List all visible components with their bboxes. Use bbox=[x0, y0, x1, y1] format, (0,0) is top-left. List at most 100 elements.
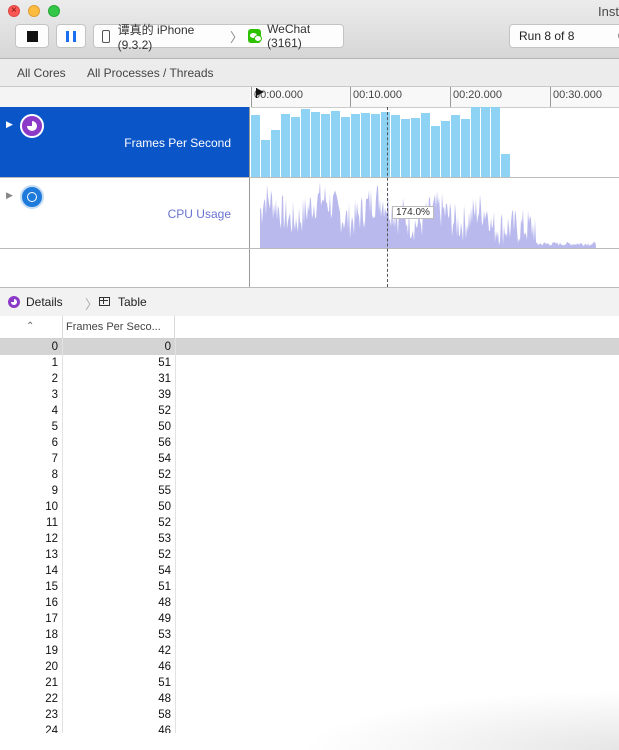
fps-bar bbox=[251, 115, 260, 177]
row-fps-value: 50 bbox=[158, 421, 171, 433]
table-row[interactable]: 6 56 bbox=[0, 435, 619, 451]
target-device-selector[interactable]: 谭真的 iPhone (9.3.2) 〉 WeChat (3161) bbox=[93, 22, 344, 52]
disclosure-triangle-icon[interactable]: ▶ bbox=[6, 119, 13, 130]
fps-bar bbox=[361, 113, 370, 177]
table-row[interactable]: 23 58 bbox=[0, 707, 619, 723]
row-index: 1 bbox=[51, 357, 58, 369]
table-row[interactable]: 4 52 bbox=[0, 403, 619, 419]
fps-bar bbox=[501, 154, 510, 177]
stop-icon bbox=[27, 31, 38, 42]
close-window-button[interactable]: × bbox=[8, 5, 20, 17]
track-header-cpu[interactable]: ▶ CPU Usage bbox=[0, 178, 250, 248]
playhead-flag-icon[interactable] bbox=[256, 88, 264, 98]
time-ruler[interactable]: 00:00.000 00:10.000 00:20.000 00:30.000 bbox=[251, 87, 619, 108]
row-index: 24 bbox=[45, 725, 58, 733]
table-row[interactable]: 12 53 bbox=[0, 531, 619, 547]
tick-label: 00:10.000 bbox=[353, 89, 402, 101]
track-cpu[interactable]: ▶ CPU Usage bbox=[0, 178, 619, 249]
row-index: 11 bbox=[46, 517, 58, 529]
table-row[interactable]: 9 55 bbox=[0, 483, 619, 499]
wechat-app-icon bbox=[247, 29, 263, 43]
table-row[interactable]: 24 46 bbox=[0, 723, 619, 733]
table-row[interactable]: 5 50 bbox=[0, 419, 619, 435]
run-selector[interactable]: Run 8 of 8 0 bbox=[509, 24, 619, 48]
row-fps-value: 58 bbox=[158, 709, 171, 721]
table-row[interactable]: 22 48 bbox=[0, 691, 619, 707]
track-fps[interactable]: ▶ Frames Per Second bbox=[0, 107, 619, 178]
fps-bar bbox=[351, 114, 360, 177]
fps-bar bbox=[431, 126, 440, 177]
table-row[interactable]: 1 51 bbox=[0, 355, 619, 371]
fps-bar bbox=[411, 118, 420, 177]
core-animation-instrument-icon bbox=[20, 114, 44, 138]
table-breadcrumb[interactable]: Table bbox=[118, 295, 147, 309]
fps-bar bbox=[391, 115, 400, 177]
core-animation-instrument-icon bbox=[8, 296, 20, 308]
timeline: 00:00.000 00:10.000 00:20.000 00:30.000 … bbox=[0, 87, 619, 287]
row-index: 9 bbox=[51, 485, 58, 497]
row-fps-value: 51 bbox=[158, 677, 171, 689]
table-row[interactable]: 14 54 bbox=[0, 563, 619, 579]
inspection-cursor[interactable] bbox=[387, 107, 388, 287]
all-processes-button[interactable]: All Processes / Threads bbox=[87, 66, 214, 80]
row-index: 21 bbox=[45, 677, 58, 689]
row-index: 6 bbox=[51, 437, 58, 449]
table-header: ⌃ Frames Per Seco... bbox=[0, 316, 619, 339]
table-row[interactable]: 17 49 bbox=[0, 611, 619, 627]
table-rows: 0 0 1 51 2 31 3 39 4 52 5 50 6 56 7 54 8 52 9 55 10 50 11 52 12 5… bbox=[0, 339, 619, 733]
row-fps-value: 56 bbox=[158, 437, 171, 449]
fps-bar bbox=[481, 107, 490, 177]
path-separator-icon: 〉 bbox=[229, 29, 243, 45]
row-index: 7 bbox=[51, 453, 58, 465]
table-row[interactable]: 00 bbox=[0, 339, 619, 355]
table-row[interactable]: 3 39 bbox=[0, 387, 619, 403]
row-index: 3 bbox=[51, 389, 58, 401]
row-index: 13 bbox=[45, 549, 58, 561]
table-row[interactable]: 20 46 bbox=[0, 659, 619, 675]
table-row[interactable]: 16 48 bbox=[0, 595, 619, 611]
zoom-window-button[interactable] bbox=[48, 5, 60, 17]
stop-recording-button[interactable] bbox=[15, 24, 49, 48]
table-row[interactable]: 21 51 bbox=[0, 675, 619, 691]
row-fps-value: 50 bbox=[158, 501, 171, 513]
table-row[interactable]: 15 51 bbox=[0, 579, 619, 595]
detail-navigation-bar: Details 〉 Table bbox=[0, 287, 619, 317]
details-breadcrumb[interactable]: Details bbox=[26, 295, 63, 309]
table-row[interactable]: 10 50 bbox=[0, 499, 619, 515]
row-fps-value: 39 bbox=[158, 389, 171, 401]
cpu-usage-graph[interactable] bbox=[251, 178, 619, 248]
tick-label: 00:20.000 bbox=[453, 89, 502, 101]
tick-label: 00:30.000 bbox=[553, 89, 602, 101]
row-index: 2 bbox=[51, 373, 58, 385]
table-row[interactable]: 11 52 bbox=[0, 515, 619, 531]
fps-bar bbox=[421, 113, 430, 177]
table-row[interactable]: 2 31 bbox=[0, 371, 619, 387]
cpu-instrument-icon bbox=[20, 185, 44, 209]
disclosure-triangle-icon[interactable]: ▶ bbox=[6, 190, 13, 201]
row-fps-value: 52 bbox=[158, 549, 171, 561]
table-row[interactable]: 13 52 bbox=[0, 547, 619, 563]
row-index: 15 bbox=[45, 581, 58, 593]
table-row[interactable]: 18 53 bbox=[0, 627, 619, 643]
row-fps-value: 53 bbox=[158, 533, 171, 545]
table-row[interactable]: 19 42 bbox=[0, 643, 619, 659]
track-header-fps[interactable]: ▶ Frames Per Second bbox=[0, 107, 250, 177]
row-fps-value: 31 bbox=[158, 373, 171, 385]
table-row[interactable]: 7 54 bbox=[0, 451, 619, 467]
minimize-window-button[interactable] bbox=[28, 5, 40, 17]
sort-ascending-icon[interactable]: ⌃ bbox=[26, 321, 34, 332]
column-header-fps[interactable]: Frames Per Seco... bbox=[62, 316, 175, 338]
all-cores-button[interactable]: All Cores bbox=[17, 66, 66, 80]
fps-bar bbox=[281, 114, 290, 177]
row-index: 10 bbox=[45, 501, 58, 513]
iphone-icon bbox=[102, 29, 110, 43]
row-index: 4 bbox=[51, 405, 58, 417]
table-row[interactable]: 8 52 bbox=[0, 467, 619, 483]
pause-recording-button[interactable] bbox=[56, 24, 86, 48]
row-fps-value: 48 bbox=[158, 597, 171, 609]
empty-track-area[interactable] bbox=[0, 249, 619, 287]
window-title: Inst bbox=[598, 4, 619, 19]
row-fps-value: 55 bbox=[158, 485, 171, 497]
fps-graph[interactable] bbox=[251, 107, 619, 177]
track-name-cpu: CPU Usage bbox=[167, 207, 231, 221]
